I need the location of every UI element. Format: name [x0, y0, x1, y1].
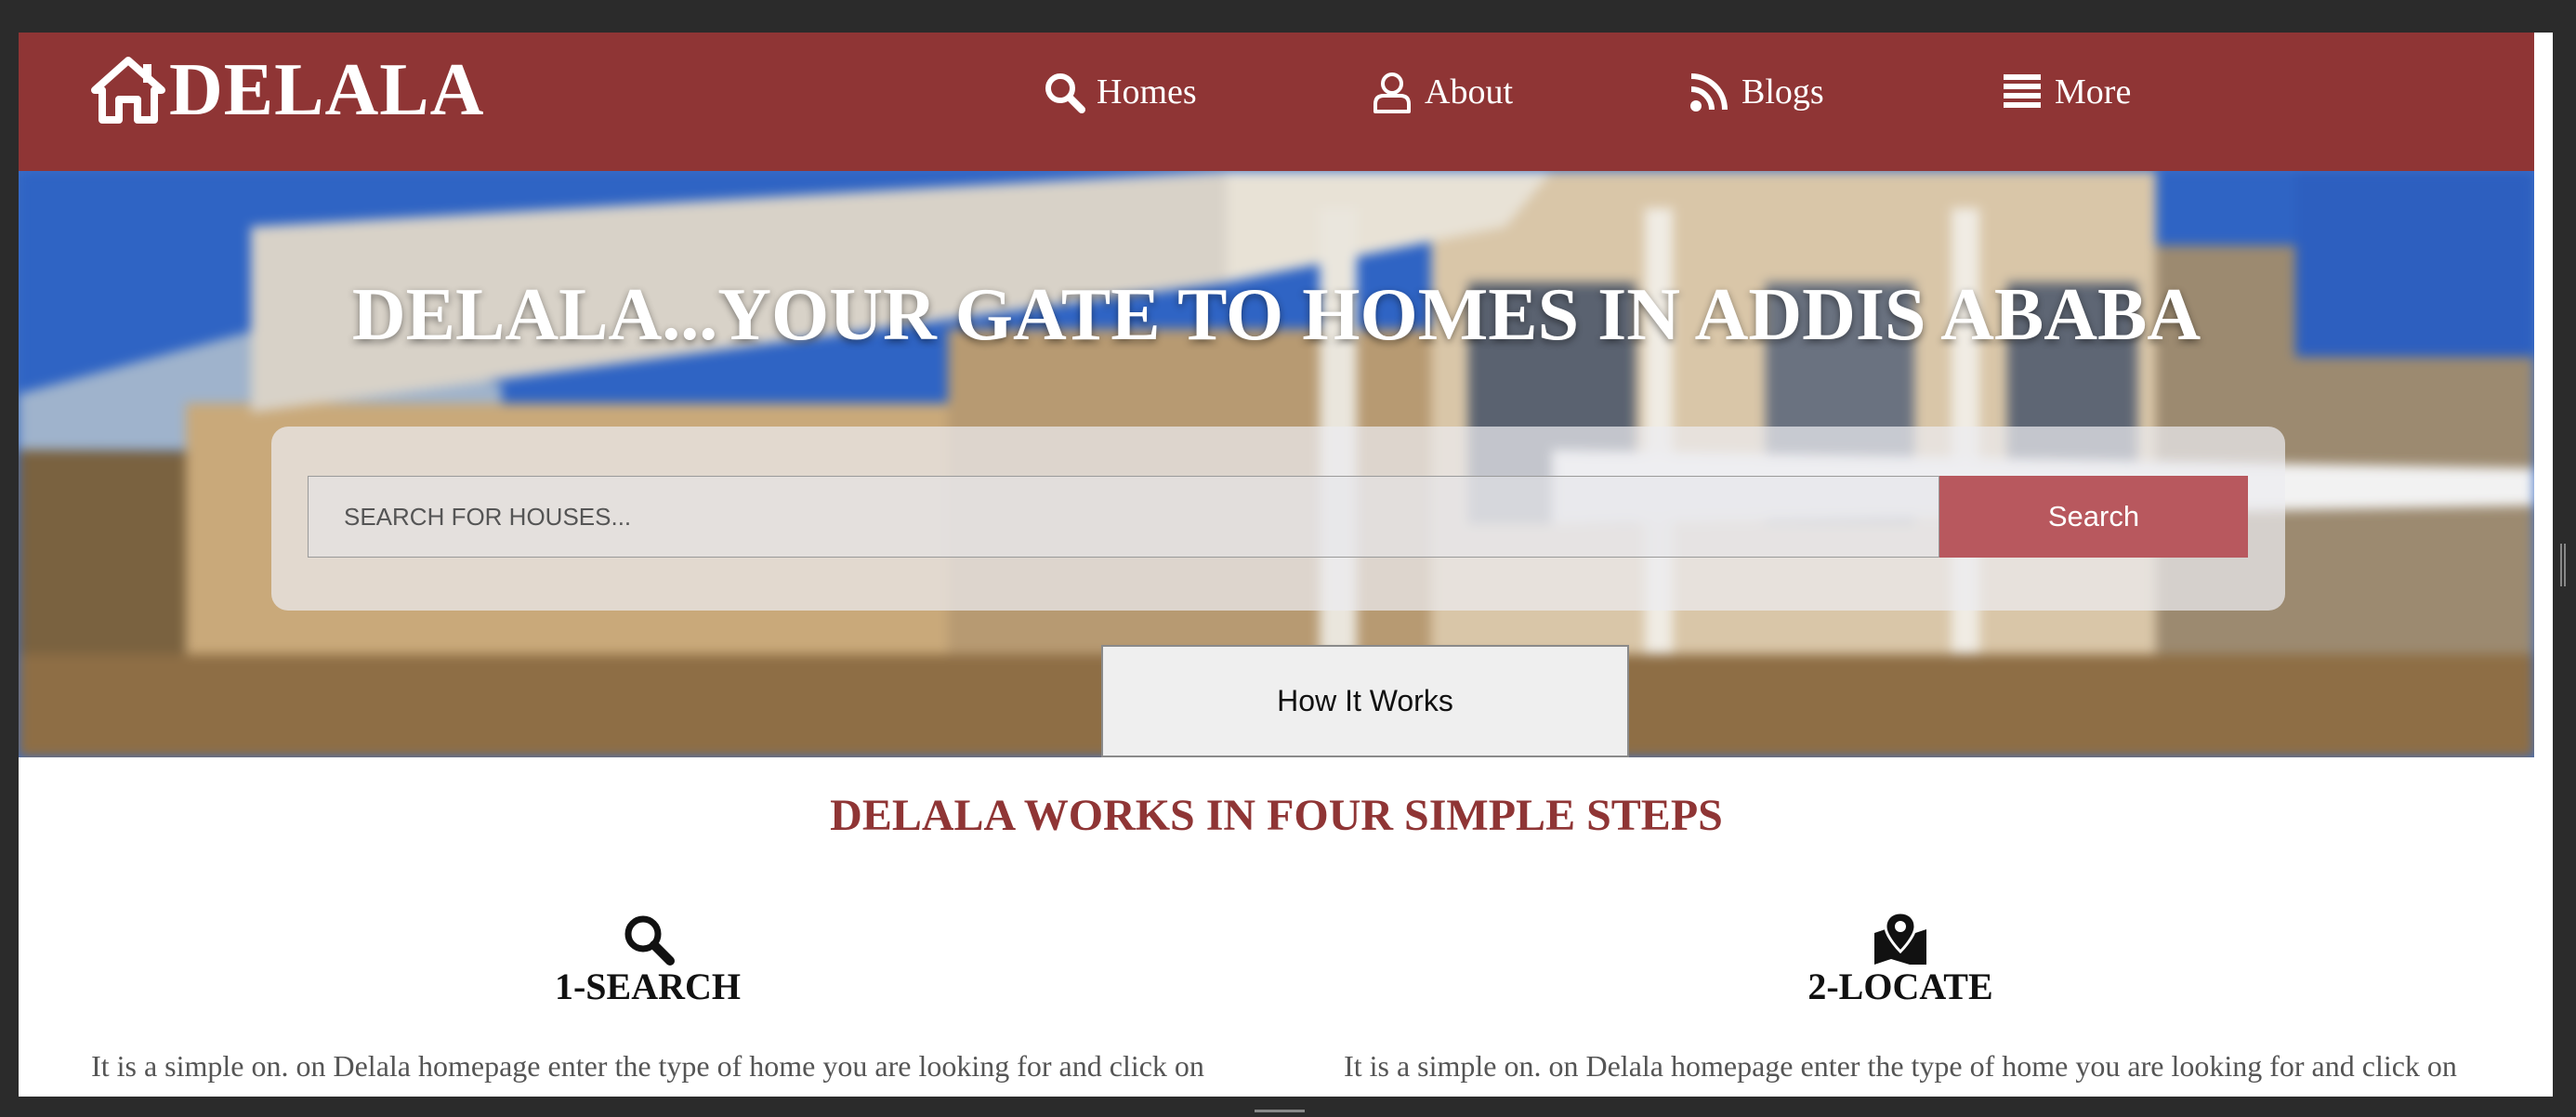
search-input[interactable] [308, 476, 1939, 558]
step-title: 2-LOCATE [1807, 966, 1993, 1007]
brand-name: DELALA [169, 48, 485, 131]
nav-homes[interactable]: Homes [1043, 64, 1197, 120]
browser-viewport: DELALA Homes About Blogs More DELALA...Y… [19, 33, 2553, 1097]
step-search: 1-SEARCH It is a simple on. on Delala ho… [72, 911, 1224, 1086]
search-button[interactable]: Search [1939, 476, 2248, 558]
search-icon [624, 915, 675, 966]
nav-blogs[interactable]: Blogs [1688, 64, 1824, 120]
step-description: It is a simple on. on Delala homepage en… [1344, 1049, 2457, 1083]
home-icon [91, 57, 165, 124]
nav-homes-label: Homes [1097, 72, 1197, 112]
search-panel: Search [271, 427, 2285, 611]
resize-handle[interactable] [2560, 544, 2566, 586]
brand-logo[interactable]: DELALA [91, 44, 484, 137]
user-icon [1373, 72, 1411, 113]
menu-icon [2004, 74, 2041, 108]
hero-banner: DELALA...YOUR GATE TO HOMES IN ADDIS ABA… [19, 171, 2534, 757]
map-marker-icon [1874, 911, 1926, 965]
nav-about[interactable]: About [1371, 64, 1513, 120]
nav-more[interactable]: More [2001, 64, 2131, 120]
nav-more-label: More [2055, 72, 2132, 112]
how-it-works-button[interactable]: How It Works [1101, 645, 1629, 757]
step-locate: 2-LOCATE It is a simple on. on Delala ho… [1324, 911, 2477, 1086]
navbar: DELALA Homes About Blogs More [19, 33, 2534, 171]
hero-title: DELALA...YOUR GATE TO HOMES IN ADDIS ABA… [351, 274, 2201, 356]
nav-about-label: About [1425, 72, 1513, 112]
rss-icon [1690, 73, 1728, 112]
steps-heading: DELALA WORKS IN FOUR SIMPLE STEPS [830, 791, 1723, 840]
nav-blogs-label: Blogs [1741, 72, 1824, 112]
step-description: It is a simple on. on Delala homepage en… [91, 1049, 1204, 1083]
search-icon [1045, 73, 1085, 113]
step-title: 1-SEARCH [554, 966, 742, 1007]
bottom-drag-handle[interactable] [1255, 1110, 1305, 1112]
